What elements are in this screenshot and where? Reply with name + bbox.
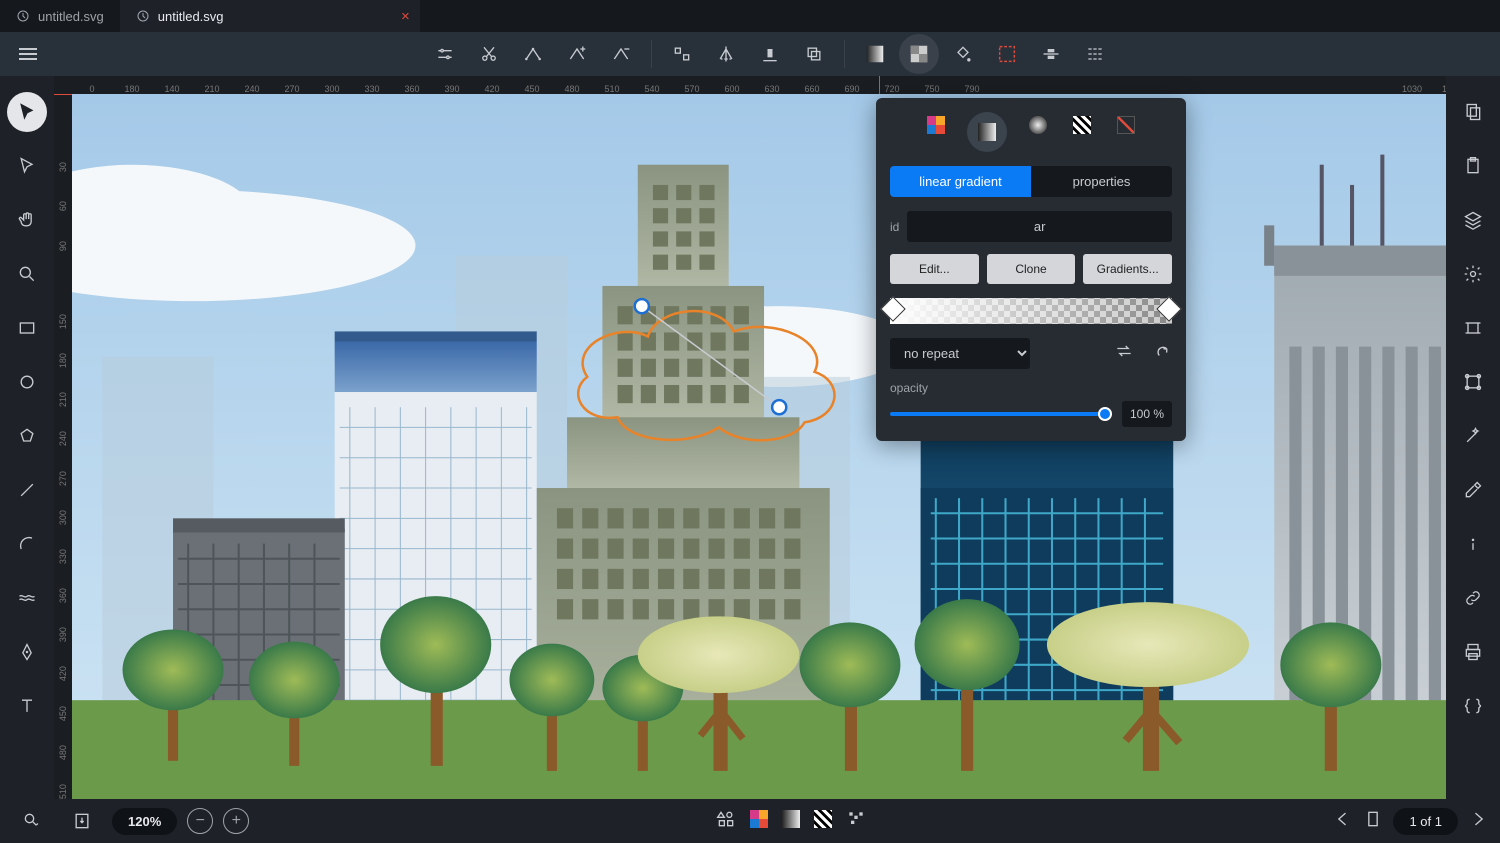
top-toolbar xyxy=(0,32,1500,76)
fill-type-radial[interactable] xyxy=(1025,112,1051,138)
close-tab-icon[interactable]: × xyxy=(401,8,410,25)
transform-icon[interactable] xyxy=(1453,308,1493,348)
flip-icon[interactable] xyxy=(706,34,746,74)
stack-icon[interactable] xyxy=(794,34,834,74)
document-tab[interactable]: untitled.svg xyxy=(0,0,120,32)
prev-page-icon[interactable] xyxy=(1333,809,1353,834)
id-label: id xyxy=(890,220,899,234)
settings-icon[interactable] xyxy=(1453,254,1493,294)
node-minus-icon[interactable] xyxy=(601,34,641,74)
ellipse-tool[interactable] xyxy=(7,362,47,402)
zoom-in-button[interactable]: + xyxy=(223,808,249,834)
opacity-slider[interactable] xyxy=(890,412,1112,416)
gradient-swatch-icon[interactable] xyxy=(782,810,800,833)
marquee-select-icon[interactable] xyxy=(987,34,1027,74)
document-icon xyxy=(136,9,150,23)
tab-bar: untitled.svg untitled.svg × xyxy=(0,0,1500,32)
zoom-out-button[interactable]: − xyxy=(187,808,213,834)
text-tool[interactable] xyxy=(7,686,47,726)
tab-title: untitled.svg xyxy=(158,9,224,24)
fill-type-solid[interactable] xyxy=(923,112,949,138)
gradient-bar[interactable] xyxy=(890,298,1172,324)
fill-type-pattern[interactable] xyxy=(1069,112,1095,138)
id-input[interactable] xyxy=(907,211,1172,242)
tab-linear-gradient[interactable]: linear gradient xyxy=(890,166,1031,197)
adjust-icon[interactable] xyxy=(425,34,465,74)
arc-tool[interactable] xyxy=(7,524,47,564)
rectangle-tool[interactable] xyxy=(7,308,47,348)
ruler-horizontal[interactable]: 0180140210240270300330360390420450480510… xyxy=(72,76,1446,94)
document-icon xyxy=(16,9,30,23)
zoom-type-icon[interactable] xyxy=(12,801,52,841)
repeat-select[interactable]: no repeat xyxy=(890,338,1030,369)
magic-wand-icon[interactable] xyxy=(1453,416,1493,456)
polygon-tool[interactable] xyxy=(7,416,47,456)
select-tool[interactable] xyxy=(7,92,47,132)
opacity-value[interactable]: 100 % xyxy=(1122,401,1172,427)
line-tool[interactable] xyxy=(7,470,47,510)
edit-button[interactable]: Edit... xyxy=(890,254,979,284)
page-icon[interactable] xyxy=(1363,809,1383,834)
checker-square-icon[interactable] xyxy=(899,34,939,74)
ruler-marker-v xyxy=(54,94,72,95)
copy-icon[interactable] xyxy=(1453,92,1493,132)
gradient-stop-end[interactable] xyxy=(1156,296,1181,321)
freehand-tool[interactable] xyxy=(7,578,47,618)
zoom-level[interactable]: 120% xyxy=(112,808,177,835)
node-plus-icon[interactable] xyxy=(557,34,597,74)
gradient-square-icon[interactable] xyxy=(855,34,895,74)
pixel-icon[interactable] xyxy=(846,809,866,834)
opacity-slider-handle[interactable] xyxy=(1098,407,1112,421)
print-icon[interactable] xyxy=(1453,632,1493,672)
info-icon[interactable] xyxy=(1453,524,1493,564)
paste-icon[interactable] xyxy=(1453,146,1493,186)
canvas[interactable] xyxy=(72,94,1446,799)
opacity-label: opacity xyxy=(890,381,1172,395)
tools-right xyxy=(1446,76,1500,799)
ruler-vertical[interactable]: 3060901501802102402703003303603904204504… xyxy=(54,94,72,799)
fill-panel[interactable]: linear gradient properties id Edit... Cl… xyxy=(876,98,1186,441)
page-indicator[interactable]: 1 of 1 xyxy=(1393,808,1458,835)
paint-picker-icon[interactable] xyxy=(943,34,983,74)
gradient-stop-start[interactable] xyxy=(880,296,905,321)
main-area: 0180140210240270300330360390420450480510… xyxy=(0,76,1500,799)
canvas-wrap: 0180140210240270300330360390420450480510… xyxy=(54,76,1446,799)
bounds-icon[interactable] xyxy=(1453,362,1493,402)
gradients-button[interactable]: Gradients... xyxy=(1083,254,1172,284)
align-center-icon[interactable] xyxy=(1031,34,1071,74)
shapes-icon[interactable] xyxy=(716,809,736,834)
cut-icon[interactable] xyxy=(469,34,509,74)
eyedropper-icon[interactable] xyxy=(1453,470,1493,510)
pen-tool[interactable] xyxy=(7,632,47,672)
swap-icon[interactable] xyxy=(1114,341,1134,366)
align-bottom-icon[interactable] xyxy=(750,34,790,74)
ruler-marker-h xyxy=(879,76,880,94)
clone-button[interactable]: Clone xyxy=(987,254,1076,284)
direct-select-tool[interactable] xyxy=(7,146,47,186)
redo-icon[interactable] xyxy=(1152,341,1172,366)
hand-tool[interactable] xyxy=(7,200,47,240)
pattern-swatch-icon[interactable] xyxy=(814,810,832,833)
tab-properties[interactable]: properties xyxy=(1031,166,1172,197)
fill-type-linear[interactable] xyxy=(967,112,1007,152)
distribute-horizontal-icon[interactable] xyxy=(1075,34,1115,74)
link-icon[interactable] xyxy=(1453,578,1493,618)
bottom-bar: 120% − + 1 of 1 xyxy=(0,799,1500,843)
next-page-icon[interactable] xyxy=(1468,809,1488,834)
export-icon[interactable] xyxy=(62,801,102,841)
code-braces-icon[interactable] xyxy=(1453,686,1493,726)
align-distribute-icon[interactable] xyxy=(662,34,702,74)
fill-type-none[interactable] xyxy=(1113,112,1139,138)
swatch-grid-icon[interactable] xyxy=(750,810,768,833)
tools-left xyxy=(0,76,54,799)
zoom-tool[interactable] xyxy=(7,254,47,294)
document-tab-active[interactable]: untitled.svg × xyxy=(120,0,420,32)
menu-button[interactable] xyxy=(10,36,46,72)
tab-title: untitled.svg xyxy=(38,9,104,24)
node-star-icon[interactable] xyxy=(513,34,553,74)
layers-icon[interactable] xyxy=(1453,200,1493,240)
